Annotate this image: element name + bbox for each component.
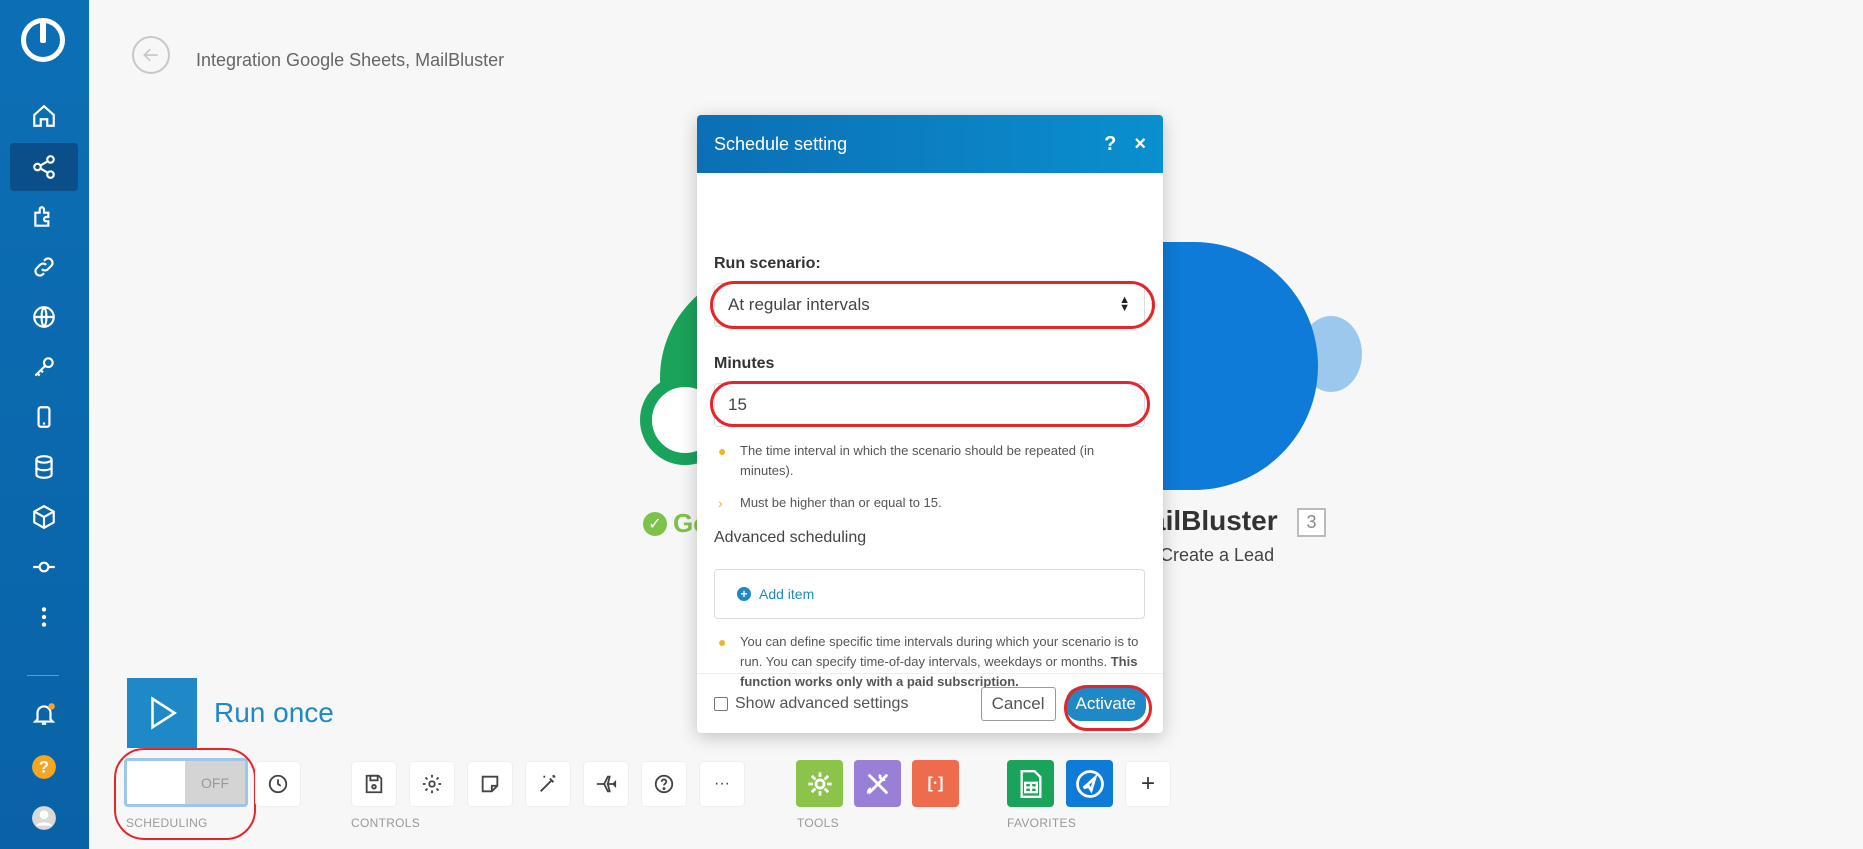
- hint-minimum: › Must be higher than or equal to 15.: [714, 493, 1145, 513]
- run-once-label[interactable]: Run once: [214, 697, 334, 729]
- dialog-title: Schedule setting: [714, 133, 848, 154]
- schedule-clock-button[interactable]: [256, 762, 300, 806]
- lightbulb-icon: ●: [718, 634, 727, 650]
- save-disk-icon: [365, 774, 383, 794]
- mailbluster-module-action: Create a Lead: [1160, 545, 1275, 565]
- show-advanced-label[interactable]: Show advanced settings: [735, 695, 981, 713]
- plus-circle-icon: +: [737, 587, 751, 601]
- select-arrows-icon: ▲ ▼: [1119, 294, 1130, 314]
- data-stores-database-icon[interactable]: [10, 443, 78, 491]
- minutes-label: Minutes: [714, 355, 775, 372]
- scheduling-toggle-knob: [127, 761, 185, 804]
- templates-puzzle-icon[interactable]: [10, 193, 78, 241]
- wrench-tools-icon: [866, 773, 888, 794]
- mailbluster-icon: [1075, 769, 1104, 798]
- schedule-setting-dialog: Schedule setting ? × Run scenario: At re…: [697, 115, 1163, 733]
- mailbluster-module[interactable]: [1150, 242, 1318, 490]
- advanced-scheduling-title: Advanced scheduling: [714, 529, 867, 546]
- sidebar-divider: [27, 675, 59, 676]
- more-controls-button[interactable]: ···: [700, 762, 744, 806]
- home-icon[interactable]: [10, 92, 78, 140]
- magic-wand-icon: [540, 774, 556, 792]
- favorite-mailbluster[interactable]: [1066, 760, 1113, 807]
- caption-scheduling: SCHEDULING: [126, 816, 208, 830]
- auto-align-button[interactable]: [526, 762, 570, 806]
- mailbluster-module-label: ailBluster: [1150, 505, 1278, 536]
- run-scenario-select[interactable]: At regular intervals ▲ ▼: [714, 283, 1145, 327]
- run-scenario-label: Run scenario:: [714, 255, 821, 272]
- minutes-input[interactable]: 15: [714, 383, 1145, 427]
- sheets-icon: [1020, 769, 1041, 798]
- tools-utilities[interactable]: [854, 760, 901, 807]
- svg-text:?: ?: [39, 758, 49, 776]
- scheduling-toggle-state: OFF: [185, 761, 245, 804]
- explain-flow-button[interactable]: [584, 762, 628, 806]
- module-id-badge: 3: [1297, 508, 1326, 537]
- dialog-help-icon[interactable]: ?: [1104, 133, 1116, 156]
- minutes-value: 15: [728, 395, 747, 414]
- add-favorite-button[interactable]: +: [1126, 762, 1170, 806]
- scheduling-toggle[interactable]: OFF: [124, 758, 248, 807]
- help-question-icon[interactable]: ?: [10, 743, 78, 791]
- hint-interval-text: The time interval in which the scenario …: [740, 443, 1095, 478]
- airplane-icon: [596, 775, 617, 793]
- activate-button[interactable]: Activate: [1065, 686, 1146, 721]
- help-button[interactable]: [642, 762, 686, 806]
- keys-icon[interactable]: [10, 343, 78, 391]
- notes-button[interactable]: [468, 762, 512, 806]
- arrow-left-icon: [143, 48, 158, 62]
- notifications-bell-icon[interactable]: [10, 690, 78, 738]
- user-avatar-icon[interactable]: [10, 794, 78, 842]
- webhooks-globe-icon[interactable]: [10, 293, 78, 341]
- connections-link-icon[interactable]: [10, 243, 78, 291]
- chevron-right-icon: ›: [718, 495, 723, 511]
- save-button[interactable]: [352, 762, 396, 806]
- gear-icon: [422, 774, 442, 794]
- data-structures-cube-icon[interactable]: [10, 493, 78, 541]
- dialog-footer: Show advanced settings Cancel Activate: [697, 673, 1163, 733]
- hint-minimum-text: Must be higher than or equal to 15.: [740, 495, 942, 510]
- add-item-label: Add item: [759, 586, 815, 602]
- scenario-settings-button[interactable]: [410, 762, 454, 806]
- run-scenario-value: At regular intervals: [728, 295, 870, 314]
- caption-controls: CONTROLS: [351, 816, 421, 830]
- caption-favorites: FAVORITES: [1007, 816, 1077, 830]
- caption-tools: TOOLS: [797, 816, 839, 830]
- gear-tool-icon: [807, 771, 832, 796]
- favorite-google-sheets[interactable]: [1007, 760, 1054, 807]
- tools-text-parser[interactable]: [·]: [912, 760, 959, 807]
- note-icon: [481, 775, 499, 793]
- add-item-button[interactable]: + Add item: [714, 569, 1145, 619]
- dialog-header: Schedule setting ? ×: [697, 115, 1163, 173]
- dialog-close-icon[interactable]: ×: [1134, 133, 1146, 156]
- sidebar: ?: [0, 0, 89, 849]
- question-circle-icon: [654, 774, 674, 794]
- check-icon: ✓: [643, 512, 667, 536]
- cancel-button[interactable]: Cancel: [980, 686, 1056, 721]
- show-advanced-checkbox[interactable]: [714, 696, 728, 711]
- devices-phone-icon[interactable]: [10, 393, 78, 441]
- more-dots-icon[interactable]: [10, 593, 78, 641]
- make-logo[interactable]: [21, 18, 65, 62]
- dialog-body: Run scenario: At regular intervals ▲ ▼ Mi…: [697, 173, 1163, 689]
- lightbulb-icon: ●: [718, 443, 727, 459]
- hint-interval: ● The time interval in which the scenari…: [714, 441, 1145, 481]
- custom-functions-icon[interactable]: [10, 543, 78, 591]
- page-title: Integration Google Sheets, MailBluster: [196, 50, 505, 70]
- run-once-button[interactable]: [127, 678, 197, 748]
- play-icon: [151, 696, 178, 730]
- scenarios-icon[interactable]: [10, 143, 78, 191]
- back-button[interactable]: [132, 36, 170, 74]
- hint-advanced-text: You can define specific time intervals d…: [740, 634, 1139, 669]
- tools-flow-control[interactable]: [796, 760, 843, 807]
- clock-icon: [268, 774, 288, 794]
